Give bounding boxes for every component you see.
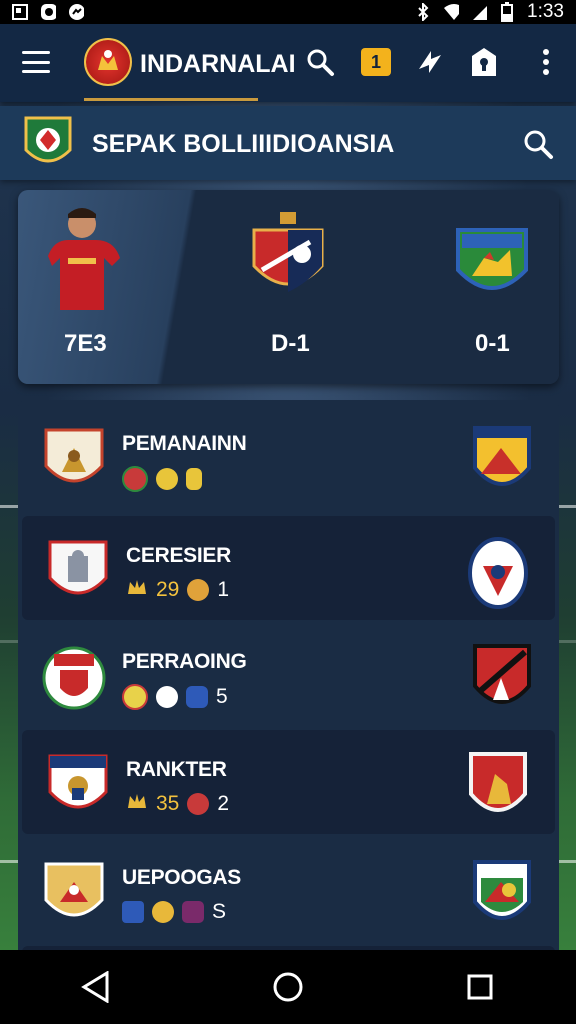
medal-icon [152,901,174,923]
team-crest [42,644,106,712]
team-crest [46,752,110,820]
medal-icon [156,686,178,708]
opponent-crest [471,424,533,498]
team-stats: S [122,900,226,924]
team-stats: 5 [122,684,228,710]
list-item[interactable]: PEMANAINN [18,404,559,508]
list-item[interactable]: RANKTER 35 2 [22,730,555,834]
list-item[interactable]: PERRAOING 5 [18,622,559,726]
coin-icon [187,579,210,601]
shield-lock-icon[interactable] [468,46,500,78]
player-image [38,200,134,320]
ball-icon [122,684,148,710]
app-title: INDARNALAI [140,50,296,78]
signal-icon [471,4,488,20]
match-score-2: 0-1 [475,330,510,357]
stat-value: 35 [156,792,180,815]
team-name: PERRAOING [122,650,247,673]
team-name: RANKTER [126,758,227,781]
stat-value: 1 [217,578,230,601]
list-item[interactable]: CERESIER 29 1 [22,516,555,620]
coin-icon [187,793,210,815]
system-nav-bar [0,950,576,1024]
match-score-1: D-1 [271,330,310,357]
search-icon[interactable] [522,128,554,160]
status-bar: 1:33 [0,0,576,24]
opponent-crest [471,642,533,716]
more-options-icon[interactable] [530,46,562,78]
featured-card[interactable]: 7E3 D-1 0-1 [18,190,559,384]
bluetooth-icon [415,3,431,21]
stat-value: 2 [217,792,230,815]
player-score: 7E3 [64,330,107,357]
medal-icon [156,468,178,490]
recents-icon[interactable] [460,967,500,1007]
home-icon[interactable] [268,967,308,1007]
ball-icon [122,466,148,492]
team-stats: 35 2 [126,792,229,816]
league-title: SEPAK BOLLIIIDIOANSIA [92,130,395,158]
opponent-crest [467,750,529,824]
tab-indicator [84,98,258,101]
team-name: PEMANAINN [122,432,247,455]
team-list: PEMANAINN CERESIER 29 1 PERRAOING 5 RANK… [18,400,559,960]
stat-value: 5 [216,685,228,708]
notification-icon [12,4,28,20]
app-bar: INDARNALAI 1 [0,24,576,102]
brand-logo [84,38,132,86]
notification-badge-button[interactable]: 1 [360,46,392,78]
team-name: UEPOOGAS [122,866,241,889]
list-item[interactable]: UEPOOGAS S [18,838,559,942]
team-crest [42,860,106,928]
shield-icon [122,901,144,923]
bolt-icon[interactable] [414,46,446,78]
opponent-crest [471,858,533,932]
messenger-icon [68,4,84,20]
search-icon[interactable] [304,46,336,78]
opponent-crest [467,536,529,610]
team-crest [46,538,110,606]
team-stats: 29 1 [126,578,229,602]
battery-icon [499,2,515,22]
whatsapp-icon [40,4,56,20]
badge-count: 1 [361,48,391,76]
crown-icon [126,792,148,816]
team-stats [122,466,202,492]
clock: 1:33 [527,1,564,22]
team-crest-home [250,210,326,300]
team-crest [42,426,106,494]
crown-icon [126,578,148,602]
wifi-icon [443,4,460,20]
stat-value: 29 [156,578,180,601]
stat-value: S [212,900,227,923]
team-crest-away [454,210,530,300]
card-icon [186,468,202,490]
back-icon[interactable] [76,967,116,1007]
menu-button[interactable] [22,51,50,73]
league-crest [22,114,74,172]
badge-icon [182,901,204,923]
shield-icon [186,686,208,708]
league-header: SEPAK BOLLIIIDIOANSIA [0,106,576,180]
team-name: CERESIER [126,544,231,567]
